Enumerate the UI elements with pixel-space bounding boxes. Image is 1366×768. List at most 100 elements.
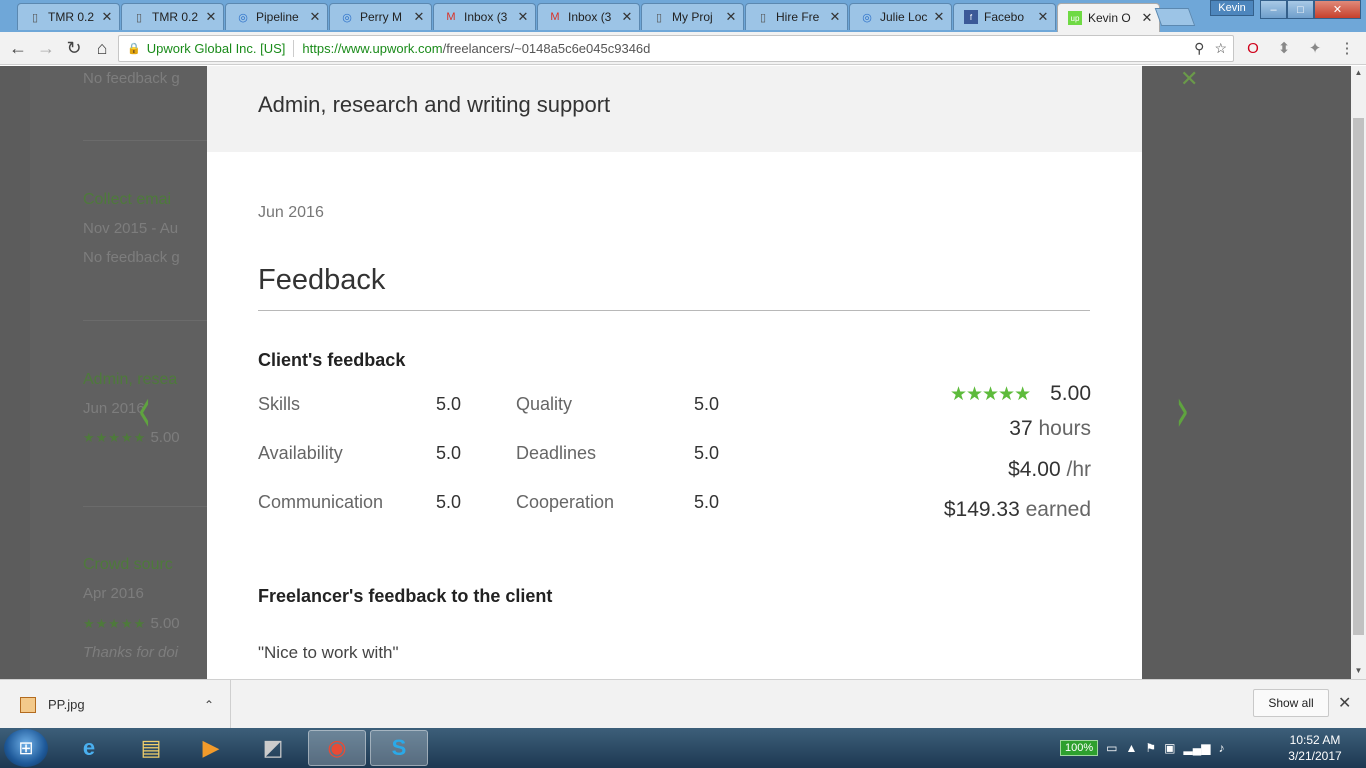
close-download-bar-icon[interactable]: ✕ — [1338, 693, 1351, 713]
rating-stars-icon: ★★★★★ — [949, 383, 1031, 405]
start-button[interactable]: ⊞ — [4, 729, 48, 767]
browser-tab[interactable]: ▯ TMR 0.2 ✕ — [17, 3, 120, 30]
show-all-button[interactable]: Show all — [1253, 689, 1329, 717]
score-label: Communication — [258, 492, 384, 512]
bg-job-title[interactable]: Admin, resea — [83, 371, 177, 389]
chrome-icon[interactable]: ◉ — [308, 730, 366, 766]
score-label: Quality — [516, 394, 573, 414]
volume-icon[interactable]: ♪ — [1218, 741, 1224, 755]
hours-unit: hours — [1038, 417, 1091, 440]
browser-tab[interactable]: ◎ Pipeline ✕ — [225, 3, 328, 30]
tab-close-icon[interactable]: ✕ — [1037, 9, 1049, 25]
tab-close-icon[interactable]: ✕ — [829, 9, 841, 25]
tab-close-icon[interactable]: ✕ — [725, 9, 737, 25]
tab-title: Inbox (3 — [464, 10, 508, 24]
bg-job-date: Nov 2015 - Au — [83, 220, 179, 237]
tab-title: Facebo — [984, 10, 1025, 24]
freelancer-feedback-heading: Freelancer's feedback to the client — [258, 586, 553, 606]
window-close-button[interactable]: ✕ — [1314, 0, 1361, 19]
tab-close-icon[interactable]: ✕ — [621, 9, 633, 25]
overall-rating-value: 5.00 — [1050, 382, 1091, 405]
extension-icon[interactable]: ⬍ — [1273, 37, 1295, 59]
bg-job-title[interactable]: Crowd sourc — [83, 556, 173, 574]
profile-button[interactable]: Kevin — [1210, 0, 1254, 16]
previous-arrow-icon[interactable]: ‹ — [138, 373, 152, 446]
file-explorer-icon[interactable]: ▤ — [122, 730, 180, 766]
browser-tab[interactable]: M Inbox (3 ✕ — [433, 3, 536, 30]
rate-value: $4.00 — [1008, 458, 1061, 481]
scroll-up-icon[interactable]: ▲ — [1351, 68, 1366, 77]
reload-icon[interactable]: ↻ — [62, 36, 86, 60]
media-player-icon[interactable]: ▶ — [182, 730, 240, 766]
browser-tab[interactable]: ▯ TMR 0.2 ✕ — [121, 3, 224, 30]
laptop-app-icon[interactable]: ◩ — [244, 730, 302, 766]
clock-date: 3/21/2017 — [1288, 749, 1342, 763]
download-item[interactable]: PP.jpg ⌃ — [0, 680, 231, 729]
clock-time: 10:52 AM — [1289, 733, 1341, 747]
tab-close-icon[interactable]: ✕ — [309, 9, 321, 25]
browser-tab[interactable]: f Facebo ✕ — [953, 3, 1056, 30]
zoom-icon[interactable]: ⚲ — [1194, 40, 1204, 57]
download-bar: PP.jpg ⌃ Show all ✕ — [0, 679, 1366, 729]
battery-indicator[interactable]: 100% — [1060, 740, 1099, 756]
new-tab-button[interactable] — [1154, 8, 1196, 26]
extension-puzzle-icon[interactable]: ✦ — [1304, 37, 1326, 59]
scroll-down-icon[interactable]: ▼ — [1351, 666, 1366, 675]
scrollbar-thumb[interactable] — [1353, 118, 1364, 635]
minimize-button[interactable]: – — [1260, 0, 1287, 19]
forward-icon[interactable]: → — [34, 36, 58, 60]
next-arrow-icon[interactable]: › — [1176, 373, 1190, 446]
maximize-button[interactable]: □ — [1287, 0, 1314, 19]
bg-feedback-note: No feedback g — [83, 70, 180, 87]
bg-rating: ★★★★★ 5.00 — [83, 429, 180, 446]
tab-title: TMR 0.2 — [152, 10, 199, 24]
page-viewport: No feedback g Collect emai Nov 2015 - Au… — [0, 66, 1351, 679]
score-label: Availability — [258, 443, 343, 463]
flag-icon[interactable]: ⚑ — [1145, 741, 1156, 755]
hours-worked: 37 hours — [1009, 417, 1091, 441]
tab-close-icon[interactable]: ✕ — [101, 9, 113, 25]
browser-toolbar: ← → ↻ ⌂ 🔒 Upwork Global Inc. [US] https:… — [0, 32, 1366, 65]
browser-tab[interactable]: M Inbox (3 ✕ — [537, 3, 640, 30]
site-identity: Upwork Global Inc. [US] — [146, 41, 286, 56]
bg-rating: ★★★★★ 5.00 — [83, 615, 180, 632]
bookmark-star-icon[interactable]: ☆ — [1214, 40, 1227, 57]
menu-icon[interactable]: ⋮ — [1336, 37, 1358, 59]
browser-tab[interactable]: ▯ My Proj ✕ — [641, 3, 744, 30]
chevron-up-icon[interactable]: ⌃ — [204, 698, 214, 712]
tab-close-icon[interactable]: ✕ — [933, 9, 945, 25]
tray-app-icon[interactable]: ▭ — [1106, 741, 1117, 755]
device-icon[interactable]: ▣ — [1164, 741, 1175, 755]
internet-explorer-icon[interactable]: e — [60, 730, 118, 766]
blue-swirl-icon: ◎ — [238, 11, 248, 24]
skype-icon[interactable]: S — [370, 730, 428, 766]
bg-feedback-note: Thanks for doi — [83, 644, 179, 661]
browser-tab[interactable]: ◎ Julie Loc ✕ — [849, 3, 952, 30]
score-value: 5.0 — [436, 492, 462, 512]
bg-stars-icon: ★★★★★ — [83, 616, 147, 631]
score-label: Cooperation — [516, 492, 615, 512]
browser-tab[interactable]: ▯ Hire Fre ✕ — [745, 3, 848, 30]
bg-divider — [83, 320, 223, 321]
signal-icon[interactable]: ▂▄▆ — [1183, 741, 1210, 755]
tab-close-icon[interactable]: ✕ — [413, 9, 425, 25]
back-icon[interactable]: ← — [6, 36, 30, 60]
tab-close-icon[interactable]: ✕ — [517, 9, 529, 25]
download-file-name: PP.jpg — [48, 697, 85, 712]
page-scrollbar[interactable]: ▲ ▼ — [1351, 66, 1366, 679]
score-value: 5.0 — [694, 443, 720, 463]
browser-tab[interactable]: ◎ Perry M ✕ — [329, 3, 432, 30]
tab-close-icon[interactable]: ✕ — [1141, 10, 1153, 26]
image-file-icon — [20, 696, 36, 713]
show-hidden-icons[interactable]: ▲ — [1125, 741, 1137, 755]
tab-close-icon[interactable]: ✕ — [205, 9, 217, 25]
bg-job-title[interactable]: Collect emai — [83, 191, 171, 209]
browser-tab[interactable]: up Kevin O ✕ — [1057, 3, 1160, 32]
opera-extension-icon[interactable]: O — [1242, 37, 1264, 59]
address-bar[interactable]: 🔒 Upwork Global Inc. [US] https://www.up… — [118, 35, 1234, 62]
taskbar-clock[interactable]: 10:52 AM 3/21/2017 — [1280, 732, 1350, 764]
home-icon[interactable]: ⌂ — [90, 36, 114, 60]
score-value: 5.0 — [436, 394, 462, 414]
score-value: 5.0 — [694, 394, 720, 414]
close-modal-icon[interactable]: ✕ — [1180, 66, 1198, 92]
